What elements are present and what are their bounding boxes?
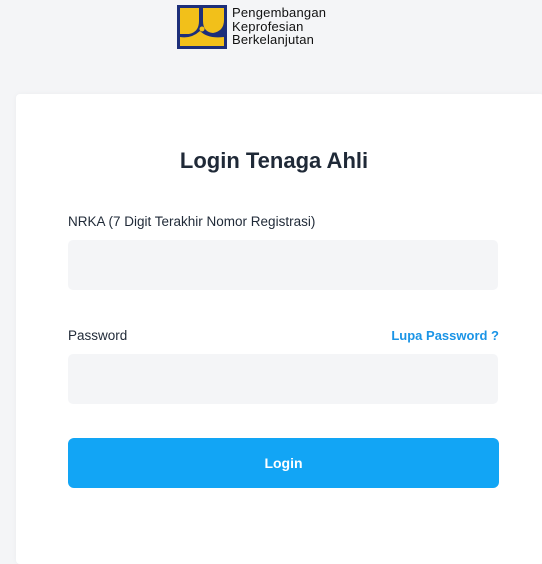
logo-line-1: Pengembangan — [232, 5, 327, 20]
nrka-input[interactable] — [68, 240, 498, 290]
nrka-label: NRKA (7 Digit Terakhir Nomor Registrasi) — [68, 214, 316, 229]
login-title: Login Tenaga Ahli — [179, 148, 369, 173]
forgot-password-link[interactable]: Lupa Password ? — [391, 328, 499, 343]
login-button[interactable]: Login — [68, 438, 499, 488]
logo: Pengembangan Keprofesian Berkelanjutan — [177, 5, 326, 49]
logo-line-3: Berkelanjutan — [232, 32, 315, 47]
logo-text: Pengembangan Keprofesian Berkelanjutan — [232, 6, 326, 47]
password-label: Password — [68, 328, 128, 343]
pupr-emblem-icon — [177, 5, 227, 49]
password-input[interactable] — [68, 354, 498, 404]
login-card: Login Tenaga Ahli NRKA (7 Digit Terakhir… — [16, 94, 542, 564]
logo-line-2: Keprofesian — [232, 18, 304, 34]
